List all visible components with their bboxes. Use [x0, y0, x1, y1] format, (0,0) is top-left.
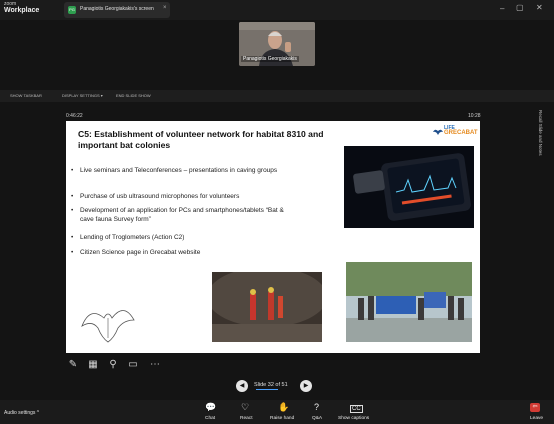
bat-sketch-image — [78, 298, 138, 346]
chat-icon[interactable]: 💬 — [205, 402, 216, 413]
participant-name: Panagiotis Georgiakakis — [241, 56, 299, 62]
previous-slide-button[interactable]: ◀ — [236, 380, 248, 392]
react-icon[interactable]: ♡ — [241, 402, 249, 413]
bullet-icon: • — [71, 193, 74, 200]
chat-button-label[interactable]: Chat — [205, 416, 215, 421]
bullet-text: Purchase of usb ultrasound microphones f… — [80, 193, 240, 200]
elapsed-timer: 0:46:22 — [66, 113, 83, 119]
zoom-slide-icon[interactable]: ⚲ — [106, 358, 120, 372]
pen-icon[interactable]: ✎ — [66, 358, 80, 372]
close-icon[interactable]: × — [163, 5, 167, 11]
logo-text-grecabat: GRECABAT — [444, 130, 478, 136]
maximize-button[interactable]: ▢ — [516, 3, 524, 12]
bullet-icon: • — [71, 234, 74, 241]
slide-title: C5: Establishment of volunteer network f… — [78, 129, 324, 150]
captions-button-label[interactable]: Show captions — [338, 416, 369, 421]
screen-options-icon[interactable]: ▭ — [126, 358, 140, 372]
raise-hand-icon[interactable]: ✋ — [278, 402, 289, 413]
bullet-text: Development of an application for PCs an… — [80, 207, 284, 223]
bullet-text: Live seminars and Teleconferences – pres… — [80, 167, 278, 174]
end-slide-show-button[interactable]: END SLIDE SHOW — [116, 93, 151, 98]
share-tab-label: Panagiotis Georgiakakis's screen — [80, 6, 154, 12]
display-settings-button[interactable]: DISPLAY SETTINGS ▾ — [62, 93, 103, 98]
app-brand-product: Workplace — [4, 7, 40, 14]
bullet-icon: • — [71, 207, 74, 214]
show-taskbar-button[interactable]: SHOW TASKBAR — [10, 93, 42, 98]
audio-settings-button[interactable]: Audio settings ^ — [4, 410, 39, 416]
side-panel-toggle[interactable]: Recall Slide and Notes — [538, 110, 543, 156]
all-slides-icon[interactable]: ▦ — [86, 358, 100, 372]
clock: 10:28 — [468, 113, 481, 119]
next-slide-button[interactable]: ▶ — [300, 380, 312, 392]
raise-hand-button-label[interactable]: Raise hand — [270, 416, 294, 421]
captions-icon[interactable]: CC — [350, 405, 363, 413]
slide-counter: Slide 32 of 51 — [254, 382, 288, 388]
qa-icon[interactable]: ? — [314, 402, 319, 412]
bullet-item: • Lending of Troglometers (Action C2) — [71, 234, 290, 243]
bullet-icon: • — [71, 249, 74, 256]
react-button-label[interactable]: React — [240, 416, 253, 421]
bullet-item: • Live seminars and Teleconferences – pre… — [71, 167, 290, 176]
bullet-text: Citizen Science page in Grecabat website — [80, 249, 201, 256]
bullet-item: • Development of an application for PCs a… — [71, 207, 290, 224]
bullet-icon: • — [71, 167, 74, 174]
ultrasound-device-photo — [344, 146, 474, 228]
leave-icon[interactable]: ⇦ — [530, 403, 540, 412]
bullet-item: • Purchase of usb ultrasound microphones … — [71, 193, 290, 202]
qa-button-label[interactable]: Q&A — [312, 416, 322, 421]
window-close-button[interactable]: ✕ — [536, 3, 543, 12]
bullet-text: Lending of Troglometers (Action C2) — [80, 234, 185, 241]
leave-button-label[interactable]: Leave — [530, 416, 543, 421]
avatar-icon: PG — [68, 6, 76, 14]
bat-logo-icon — [433, 129, 443, 135]
more-options-icon[interactable]: ⋯ — [148, 358, 162, 372]
minimize-button[interactable]: – — [500, 4, 504, 13]
volunteer-group-photo — [346, 262, 472, 342]
bullet-item: • Citizen Science page in Grecabat websit… — [71, 249, 290, 258]
slide-counter-underline — [256, 389, 278, 390]
cave-team-photo — [207, 267, 327, 342]
